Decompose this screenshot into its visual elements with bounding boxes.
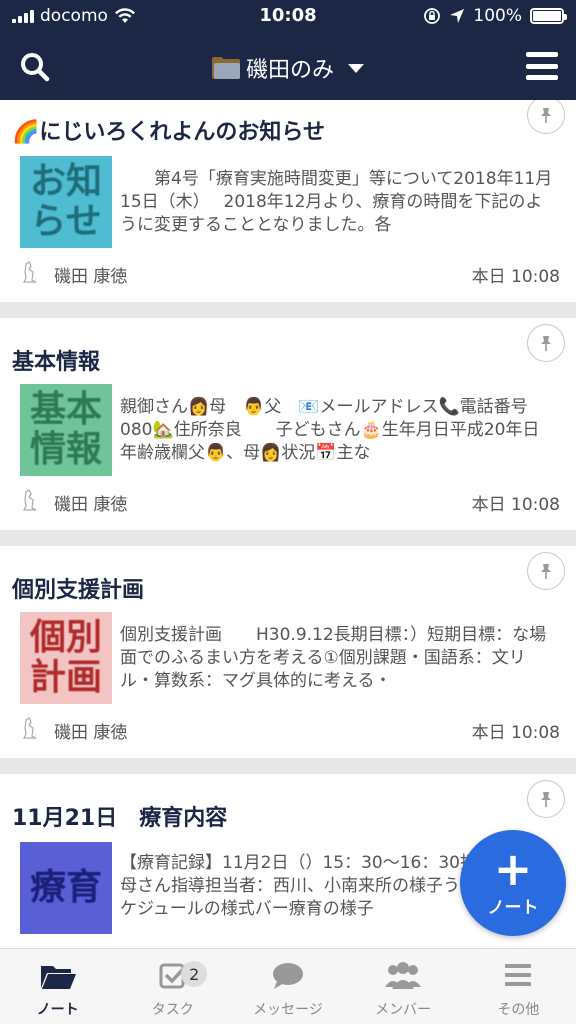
- pin-icon[interactable]: [527, 552, 565, 590]
- pin-icon[interactable]: [527, 780, 565, 818]
- battery-icon: [530, 8, 567, 24]
- plus-icon: +: [493, 841, 533, 896]
- speech-bubble-icon: [272, 963, 303, 989]
- card-time: 本日 10:08: [471, 723, 560, 743]
- tab-label: メンバー: [375, 1002, 432, 1018]
- folder-icon: [211, 57, 240, 79]
- card-thumbnail: 基本 情報: [20, 384, 112, 476]
- pin-icon[interactable]: [527, 100, 565, 134]
- new-note-button[interactable]: + ノート: [460, 830, 566, 936]
- bottom-tab-bar: ノート 2 タスク メッセージ メンバー その他: [0, 948, 576, 1024]
- note-feed[interactable]: 🌈にじいろくれよんのお知らせ お知 らせ 第4号「療育実施時間変更」等について20…: [0, 100, 576, 948]
- tab-label: タスク: [151, 1002, 194, 1018]
- card-author: 磯田 康徳: [54, 267, 128, 287]
- note-card[interactable]: 基本情報 基本 情報 親御さん👩母 👨父 📧メールアドレス📞電話番号080🏡住所奈…: [0, 318, 576, 530]
- status-right: 100%: [423, 6, 567, 26]
- card-thumbnail: 個別 計画: [20, 612, 112, 704]
- folder-title: 磯田のみ: [245, 58, 334, 83]
- card-title-text: にじいろくれよんのお知らせ: [39, 120, 325, 145]
- battery-percent: 100%: [473, 6, 522, 26]
- hamburger-menu-icon[interactable]: [526, 52, 558, 80]
- rotation-lock-icon: [424, 8, 441, 24]
- card-thumbnail: お知 らせ: [20, 156, 112, 248]
- user-avatar-icon: [23, 489, 37, 511]
- folder-selector[interactable]: 磯田のみ: [0, 52, 576, 84]
- card-thumbnail: 療育: [20, 842, 112, 934]
- nav-bar: 磯田のみ: [0, 34, 576, 100]
- tab-more[interactable]: その他: [461, 949, 576, 1024]
- card-time: 本日 10:08: [471, 267, 560, 287]
- card-time: 本日 10:08: [471, 495, 560, 515]
- card-title: 個別支援計画: [12, 578, 145, 603]
- tab-label: その他: [497, 1002, 540, 1018]
- tab-label: メッセージ: [253, 1002, 323, 1018]
- card-title: 基本情報: [12, 350, 101, 375]
- tab-tasks[interactable]: 2 タスク: [115, 949, 230, 1024]
- status-bar: docomo 10:08 100%: [0, 0, 576, 34]
- note-card[interactable]: 個別支援計画 個別 計画 個別支援計画 H30.9.12長期目標：）短期目標：な場…: [0, 546, 576, 758]
- card-title: 🌈にじいろくれよんのお知らせ: [12, 114, 325, 146]
- chevron-down-icon: [348, 63, 364, 73]
- members-icon: [385, 962, 422, 989]
- card-title: 11月21日 療育内容: [12, 806, 228, 831]
- rainbow-icon: 🌈: [12, 120, 40, 145]
- new-note-label: ノート: [487, 897, 539, 918]
- card-excerpt: 第4号「療育実施時間変更」等について2018年11月15日（木） 2018年12…: [120, 169, 553, 235]
- card-excerpt: 個別支援計画 H30.9.12長期目標：）短期目標：な場面でのふるまい方を考える…: [120, 625, 547, 691]
- tab-notes[interactable]: ノート: [0, 949, 115, 1024]
- tab-messages[interactable]: メッセージ: [230, 949, 345, 1024]
- card-author: 磯田 康徳: [54, 723, 128, 743]
- note-card[interactable]: 🌈にじいろくれよんのお知らせ お知 らせ 第4号「療育実施時間変更」等について20…: [0, 100, 576, 302]
- location-icon: [450, 9, 465, 23]
- folder-icon: [40, 966, 76, 989]
- tab-label: ノート: [36, 1002, 79, 1018]
- menu-icon: [505, 964, 532, 986]
- user-avatar-icon: [23, 261, 37, 283]
- card-excerpt: 親御さん👩母 👨父 📧メールアドレス📞電話番号080🏡住所奈良 子どもさん🎂生年…: [120, 397, 540, 463]
- task-count-badge: 2: [181, 961, 208, 987]
- user-avatar-icon: [23, 717, 37, 739]
- pin-icon[interactable]: [527, 324, 565, 362]
- card-author: 磯田 康徳: [54, 495, 128, 515]
- tab-members[interactable]: メンバー: [346, 949, 461, 1024]
